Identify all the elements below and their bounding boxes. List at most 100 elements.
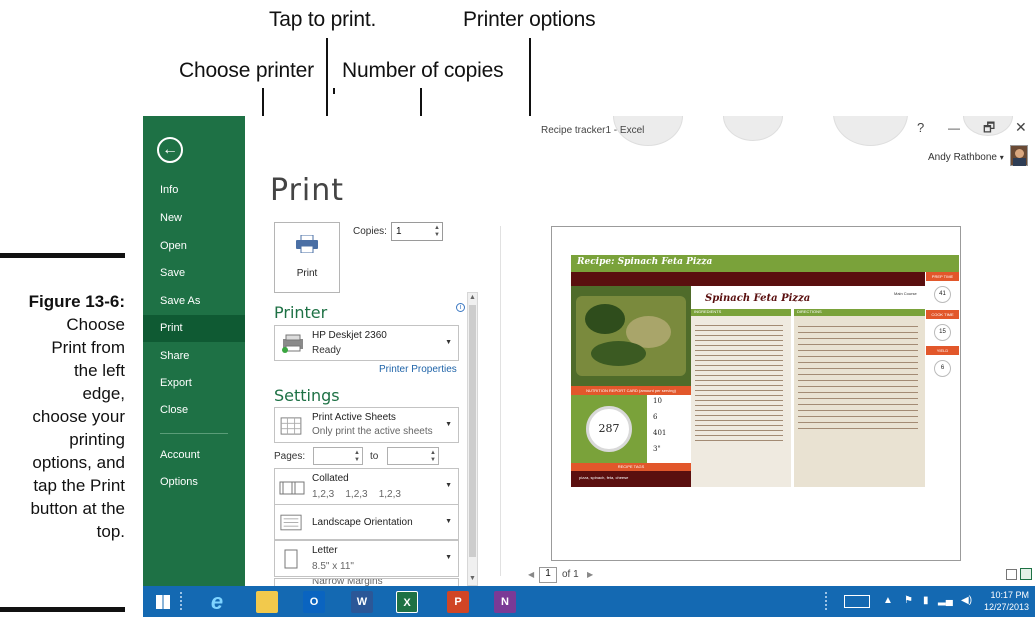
printer-status: Ready: [312, 345, 341, 356]
collation-select[interactable]: Collated 1,2,3 1,2,3 1,2,3 ▼: [274, 468, 459, 505]
spin-up-icon[interactable]: ▲: [434, 225, 440, 232]
paper-size-select[interactable]: Letter 8.5" x 11" ▼: [274, 540, 459, 577]
sidebar-item-share[interactable]: Share: [143, 343, 245, 370]
pages-from-input[interactable]: ▲ ▼: [313, 447, 363, 465]
caption-rule-top: [0, 253, 125, 258]
spin-down-icon[interactable]: ▼: [354, 457, 360, 464]
user-name[interactable]: Andy Rathbone ▾: [928, 152, 1004, 163]
caption-line: tap the Print: [33, 476, 125, 495]
chevron-down-icon: ▼: [445, 421, 452, 428]
network-icon[interactable]: ▂▄: [938, 595, 953, 606]
cook-time-value: 15: [934, 324, 951, 341]
recipe-header-bar: Recipe: Spinach Feta Pizza: [571, 255, 959, 272]
spin-down-icon[interactable]: ▼: [430, 457, 436, 464]
recipe-tags-heading: RECIPE TAGS: [571, 463, 691, 471]
tray-expand-icon[interactable]: ▲: [883, 595, 893, 606]
print-preview-page: Recipe: Spinach Feta Pizza Spinach Feta …: [551, 226, 961, 561]
sidebar-item-save-as[interactable]: Save As: [143, 288, 245, 315]
active-sheets-title: Print Active Sheets: [312, 412, 396, 423]
caption-line: button at the: [30, 499, 125, 518]
minimize-icon[interactable]: —: [948, 121, 960, 135]
orientation-select[interactable]: Landscape Orientation ▼: [274, 504, 459, 540]
keyboard-icon[interactable]: [844, 595, 870, 608]
active-sheets-subtitle: Only print the active sheets: [312, 426, 433, 437]
settings-scrollbar[interactable]: ▲ ▼: [467, 292, 478, 586]
sidebar-item-options[interactable]: Options: [143, 469, 245, 496]
directions-heading: DIRECTIONS: [794, 309, 925, 316]
print-button[interactable]: Print: [274, 222, 340, 293]
avatar[interactable]: [1010, 145, 1028, 166]
back-arrow-icon[interactable]: ←: [157, 137, 183, 163]
spin-up-icon[interactable]: ▲: [354, 450, 360, 457]
copies-value: 1: [396, 226, 402, 237]
callout-tap-to-print: Tap to print.: [269, 8, 377, 31]
recipe-tags-bar: pizza, spinach, feta, cheese: [571, 471, 691, 487]
internet-explorer-icon[interactable]: e: [206, 591, 228, 613]
nutrition-values: 10 6 401 3": [647, 395, 691, 463]
copies-stepper[interactable]: 1 ▲ ▼: [391, 222, 443, 241]
scroll-up-icon[interactable]: ▲: [469, 294, 476, 301]
recipe-tags: pizza, spinach, feta, cheese: [579, 475, 629, 480]
pages-to-input[interactable]: ▲ ▼: [387, 447, 439, 465]
onenote-icon[interactable]: N: [494, 591, 516, 613]
sidebar-item-new[interactable]: New: [143, 205, 245, 232]
figure-caption: Figure 13-6: Choose Print from the left …: [0, 290, 125, 543]
file-explorer-icon[interactable]: [256, 591, 278, 613]
callout-choose-printer: Choose printer: [179, 59, 314, 82]
sidebar-item-info[interactable]: Info: [143, 177, 245, 204]
show-margins-icon[interactable]: [1006, 569, 1017, 580]
flag-icon[interactable]: ⚑: [904, 595, 913, 606]
sidebar-item-close[interactable]: Close: [143, 397, 245, 424]
sidebar-item-open[interactable]: Open: [143, 233, 245, 260]
excel-icon[interactable]: X: [396, 591, 418, 613]
printer-device-icon: [282, 334, 303, 353]
caption-line: the left: [73, 361, 125, 380]
caption-line: options, and: [32, 453, 125, 472]
word-icon[interactable]: W: [351, 591, 373, 613]
sidebar-item-account[interactable]: Account: [143, 442, 245, 469]
close-icon[interactable]: ✕: [1015, 119, 1027, 136]
prev-page-icon[interactable]: ◀: [528, 570, 534, 579]
info-icon[interactable]: i: [456, 303, 465, 312]
spin-down-icon[interactable]: ▼: [434, 232, 440, 239]
caption-line: edge,: [82, 384, 125, 403]
scrollbar-thumb[interactable]: [469, 305, 476, 557]
print-button-label: Print: [296, 268, 318, 279]
recipe-photo: [571, 286, 691, 386]
printer-select[interactable]: HP Deskjet 2360 Ready ▼: [274, 325, 459, 361]
restore-icon[interactable]: 🗗: [983, 119, 995, 141]
print-what-select[interactable]: Print Active Sheets Only print the activ…: [274, 407, 459, 443]
taskbar-clock[interactable]: 10:17 PM 12/27/2013: [984, 589, 1029, 613]
page-number-input[interactable]: 1: [539, 567, 557, 583]
chevron-down-icon: ▼: [445, 482, 452, 489]
caption-line: top.: [96, 522, 125, 541]
scroll-down-icon[interactable]: ▼: [469, 575, 476, 582]
start-icon[interactable]: [156, 595, 170, 609]
cook-time-badge: COOK TIME: [926, 310, 959, 319]
recipe-header-title: Recipe: Spinach Feta Pizza: [577, 257, 713, 267]
spin-up-icon[interactable]: ▲: [430, 450, 436, 457]
sidebar-divider: [160, 433, 228, 434]
volume-icon[interactable]: ◀): [961, 595, 972, 606]
nutrition-plate: 287: [571, 395, 647, 463]
sidebar-item-save[interactable]: Save: [143, 260, 245, 287]
paper-size-title: Letter: [312, 545, 338, 556]
nutrition-value: 10: [653, 397, 662, 405]
collated-subtitle: 1,2,3 1,2,3 1,2,3: [312, 489, 401, 500]
help-icon[interactable]: ?: [917, 120, 924, 135]
sheet-grid-icon: [280, 417, 302, 435]
zoom-to-page-icon[interactable]: [1020, 568, 1032, 580]
directions-panel: DIRECTIONS: [794, 309, 925, 487]
battery-icon[interactable]: ▮: [923, 595, 929, 606]
powerpoint-icon[interactable]: P: [447, 591, 469, 613]
user-caret-icon: ▾: [999, 153, 1004, 162]
printer-properties-link[interactable]: Printer Properties: [379, 364, 457, 375]
sidebar-item-print[interactable]: Print: [143, 315, 245, 342]
callout-printer-options: Printer options: [463, 8, 596, 31]
ingredients-heading: INGREDIENTS: [691, 309, 791, 316]
sidebar-item-export[interactable]: Export: [143, 370, 245, 397]
outlook-icon[interactable]: O: [303, 591, 325, 613]
next-page-icon[interactable]: ▶: [587, 570, 593, 579]
printer-heading: Printer: [274, 303, 328, 322]
dish-name: Spinach Feta Pizza: [705, 293, 811, 304]
